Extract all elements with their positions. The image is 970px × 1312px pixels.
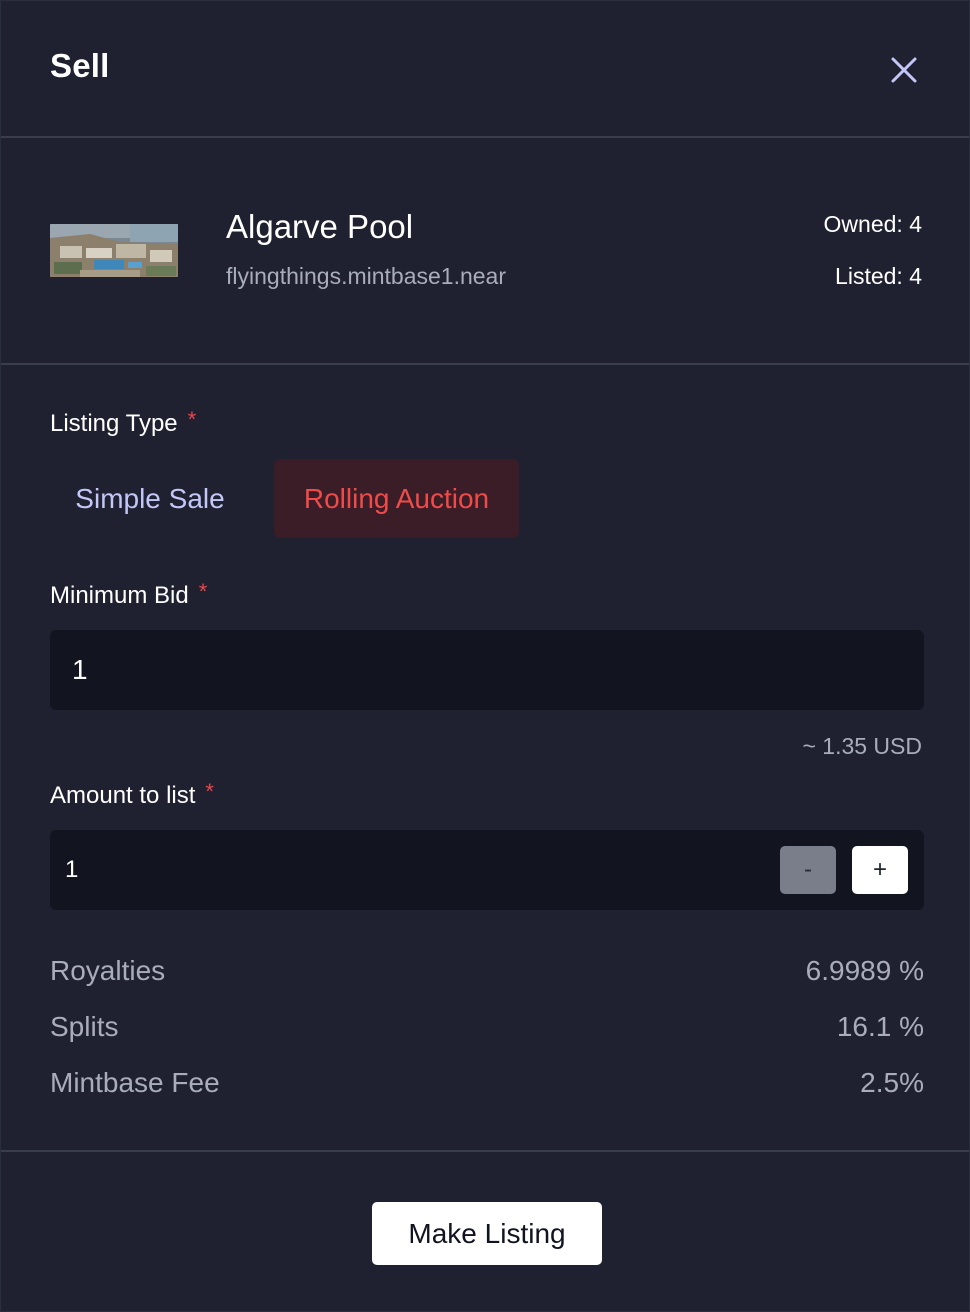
- fee-label: Splits: [50, 1011, 119, 1042]
- tab-simple-sale[interactable]: Simple Sale: [50, 459, 250, 538]
- decrement-button[interactable]: -: [780, 846, 836, 894]
- increment-button[interactable]: +: [852, 846, 908, 894]
- minimum-bid-label: Minimum Bid *: [50, 579, 208, 610]
- required-mark: *: [205, 779, 214, 804]
- minimum-bid-field: [50, 630, 924, 710]
- minimum-bid-label-text: Minimum Bid: [50, 582, 189, 609]
- usd-estimate: ~ 1.35 USD: [802, 733, 922, 759]
- required-mark: *: [198, 579, 208, 604]
- amount-to-list-label-text: Amount to list: [50, 782, 196, 809]
- modal-footer: Make Listing: [1, 1150, 969, 1312]
- fee-label: Royalties: [50, 955, 166, 986]
- listing-type-label-text: Listing Type: [50, 410, 178, 437]
- token-name: Algarve Pool: [226, 208, 414, 245]
- tab-rolling-auction[interactable]: Rolling Auction: [274, 459, 519, 538]
- owned-count: Owned: 4: [823, 211, 922, 237]
- token-thumbnail: [50, 224, 178, 277]
- required-mark: *: [187, 407, 197, 432]
- amount-to-list-label: Amount to list *: [50, 779, 214, 810]
- amount-to-list-field: - +: [50, 830, 924, 910]
- amount-to-list-input[interactable]: [50, 830, 750, 910]
- token-summary: Algarve Pool flyingthings.mintbase1.near…: [1, 138, 969, 365]
- fee-value: 16.1 %: [836, 1011, 924, 1042]
- fee-label: Mintbase Fee: [50, 1067, 220, 1098]
- minimum-bid-input[interactable]: [50, 630, 924, 710]
- make-listing-button[interactable]: Make Listing: [372, 1202, 602, 1265]
- listing-type-label: Listing Type *: [50, 407, 197, 438]
- fee-value: 6.9989 %: [805, 955, 924, 986]
- sell-modal: Sell Algarve Pool flyingthings.mintbase1…: [0, 0, 970, 1312]
- modal-header: Sell: [1, 1, 969, 138]
- modal-title: Sell: [50, 47, 110, 84]
- listed-count: Listed: 4: [835, 263, 922, 289]
- token-contract: flyingthings.mintbase1.near: [226, 263, 506, 289]
- close-icon[interactable]: [885, 51, 923, 89]
- fee-value: 2.5%: [860, 1067, 924, 1098]
